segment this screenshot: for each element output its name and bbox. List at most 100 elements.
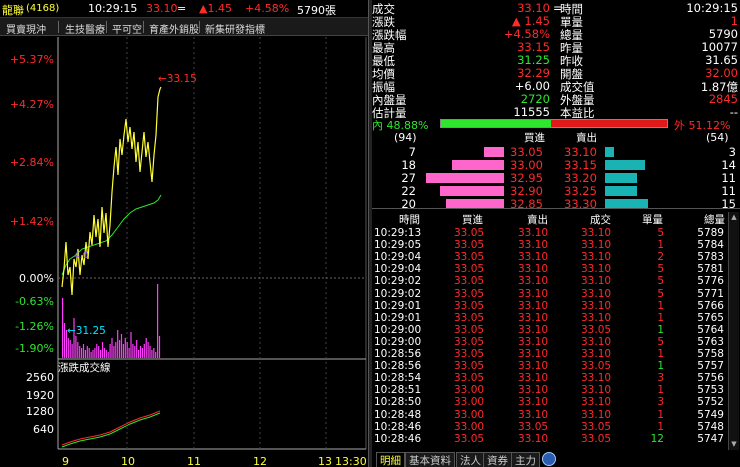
tick-row[interactable]: 10:29:02 33.05 33.10 33.10 5 5771 [372, 288, 728, 300]
tick-row[interactable]: 10:29:04 33.05 33.10 33.10 5 5781 [372, 263, 728, 275]
volume-bar [124, 338, 126, 358]
tick-scrollbar[interactable]: ▲ ▼ [728, 212, 739, 450]
tick-row[interactable]: 10:28:56 33.05 33.10 33.05 1 5757 [372, 360, 728, 372]
tick-volume: 2 [657, 251, 664, 264]
tab-basic-info[interactable]: 基本資料 [405, 452, 455, 467]
x-label-10: 10 [121, 455, 135, 467]
tick-total: 5749 [697, 408, 724, 421]
tick-total: 5748 [697, 420, 724, 433]
tick-ask: 33.10 [518, 251, 549, 264]
volume-bar [138, 350, 140, 358]
tick-row[interactable]: 10:28:46 33.00 33.05 33.05 1 5748 [372, 421, 728, 433]
volume-bar [71, 344, 73, 358]
tick-table-header: 時間 買進 賣出 成交 單量 總量 [372, 212, 740, 226]
tick-row[interactable]: 10:29:13 33.05 33.10 33.10 5 5789 [372, 227, 728, 239]
tick-time: 10:29:02 [374, 287, 422, 300]
quote-value: 1 [730, 14, 738, 28]
bid-price[interactable]: 33.00 [510, 158, 543, 172]
toolbar-item-rnd-index[interactable]: 新集研發指標 [205, 21, 265, 36]
bid-depth-bar [452, 160, 504, 170]
mid-marker-label: 4.0 [74, 251, 89, 261]
tick-row[interactable]: 10:29:01 33.05 33.10 33.10 1 5766 [372, 300, 728, 312]
tick-row[interactable]: 10:29:04 33.05 33.10 33.10 2 5783 [372, 251, 728, 263]
volume-bar [75, 336, 77, 358]
tick-time: 10:28:54 [374, 372, 422, 385]
tick-volume: 1 [657, 299, 664, 312]
header-time: 10:29:15 [88, 2, 138, 15]
section-divider [372, 208, 740, 209]
header-price: 33.10 [146, 2, 178, 15]
tick-time: 10:29:00 [374, 335, 422, 348]
tick-bid: 33.00 [454, 420, 485, 433]
tab-institutional[interactable]: 法人 [456, 452, 485, 467]
volume-bar [119, 340, 121, 358]
tick-ask: 33.10 [518, 239, 549, 252]
quote-value: 32.29 [517, 66, 550, 80]
globe-icon[interactable] [542, 452, 556, 466]
bid-price[interactable]: 33.05 [510, 145, 543, 159]
tick-price: 33.10 [581, 239, 612, 252]
tick-row[interactable]: 10:29:01 33.05 33.10 33.10 1 5765 [372, 312, 728, 324]
volume-bar [101, 342, 104, 358]
stock-name[interactable]: 龍聯 [2, 2, 24, 18]
tick-price: 33.05 [581, 420, 612, 433]
tick-row[interactable]: 10:28:56 33.05 33.10 33.10 1 5758 [372, 348, 728, 360]
header-change-pct: +4.58% [245, 2, 290, 15]
ask-price[interactable]: 33.20 [564, 171, 597, 185]
toolbar-item-biotech[interactable]: 生技醫療 [65, 21, 105, 36]
ask-price[interactable]: 33.25 [564, 184, 597, 198]
tab-details[interactable]: 明細 [376, 452, 405, 467]
tab-major-players[interactable]: 主力 [511, 452, 540, 467]
x-label-9: 9 [62, 455, 69, 467]
tick-bid: 33.05 [454, 227, 485, 239]
tick-row[interactable]: 10:28:54 33.05 33.10 33.10 3 5756 [372, 372, 728, 384]
tick-row[interactable]: 10:28:51 33.00 33.10 33.10 1 5753 [372, 384, 728, 396]
tab-margin[interactable]: 資券 [483, 452, 512, 467]
scroll-up-icon[interactable]: ▲ [730, 213, 738, 222]
scroll-down-icon[interactable]: ▼ [730, 440, 738, 449]
tick-row[interactable]: 10:29:05 33.05 33.10 33.10 1 5784 [372, 239, 728, 251]
tick-time: 10:28:56 [374, 360, 422, 373]
ask-price[interactable]: 33.10 [564, 145, 597, 159]
tick-ask: 33.10 [518, 408, 549, 421]
tick-row[interactable]: 10:28:48 33.00 33.10 33.10 1 5749 [372, 409, 728, 421]
chart-canvas[interactable] [0, 37, 368, 467]
volume-bar [145, 338, 147, 358]
volume-bar [94, 348, 96, 358]
tick-volume: 1 [657, 408, 664, 421]
ask-price[interactable]: 33.15 [564, 158, 597, 172]
quote-value: 32.00 [705, 66, 738, 80]
toolbar-divider [106, 21, 107, 33]
tick-time: 10:28:50 [374, 396, 422, 409]
tick-ask: 33.10 [518, 360, 549, 373]
tick-total: 5757 [697, 360, 724, 373]
toolbar-item-export[interactable]: 育產外銷股 [149, 21, 199, 36]
volume-bar [109, 344, 111, 358]
tick-bid: 33.05 [454, 299, 485, 312]
tick-row[interactable]: 10:29:00 33.05 33.10 33.05 1 5764 [372, 324, 728, 336]
tick-row[interactable]: 10:28:50 33.00 33.10 33.10 3 5752 [372, 396, 728, 408]
bid-price[interactable]: 32.90 [510, 184, 543, 198]
col-header-vol: 單量 [642, 214, 663, 226]
quote-value: 10077 [701, 40, 738, 54]
volume-bar [69, 340, 71, 358]
tick-price: 33.10 [581, 251, 612, 264]
price-line [61, 86, 162, 296]
tick-time: 10:28:51 [374, 384, 422, 397]
tick-ask: 33.10 [518, 432, 549, 445]
tick-bid: 33.05 [454, 287, 485, 300]
quote-value: 33.10 [517, 1, 550, 15]
ask-depth-bar [605, 147, 614, 157]
ask-header: 賣出 [576, 132, 597, 144]
tick-total: 5752 [697, 396, 724, 409]
tick-row[interactable]: 10:28:46 33.05 33.10 33.05 12 5747 [372, 433, 728, 445]
bid-volume: 18 [401, 158, 416, 172]
bid-price[interactable]: 32.95 [510, 171, 543, 185]
tick-volume: 1 [657, 360, 664, 373]
toolbar-item-shortable[interactable]: 平可空 [112, 21, 142, 36]
tick-row[interactable]: 10:29:00 33.05 33.10 33.10 5 5763 [372, 336, 728, 348]
toolbar-item-daytrade[interactable]: 買賣現沖 [6, 21, 46, 36]
tick-ask: 33.10 [518, 299, 549, 312]
tick-row[interactable]: 10:29:02 33.05 33.10 33.10 5 5776 [372, 275, 728, 287]
intraday-chart[interactable]: +5.37% +4.27% +2.84% +1.42% 0.00% -0.63%… [0, 37, 368, 467]
